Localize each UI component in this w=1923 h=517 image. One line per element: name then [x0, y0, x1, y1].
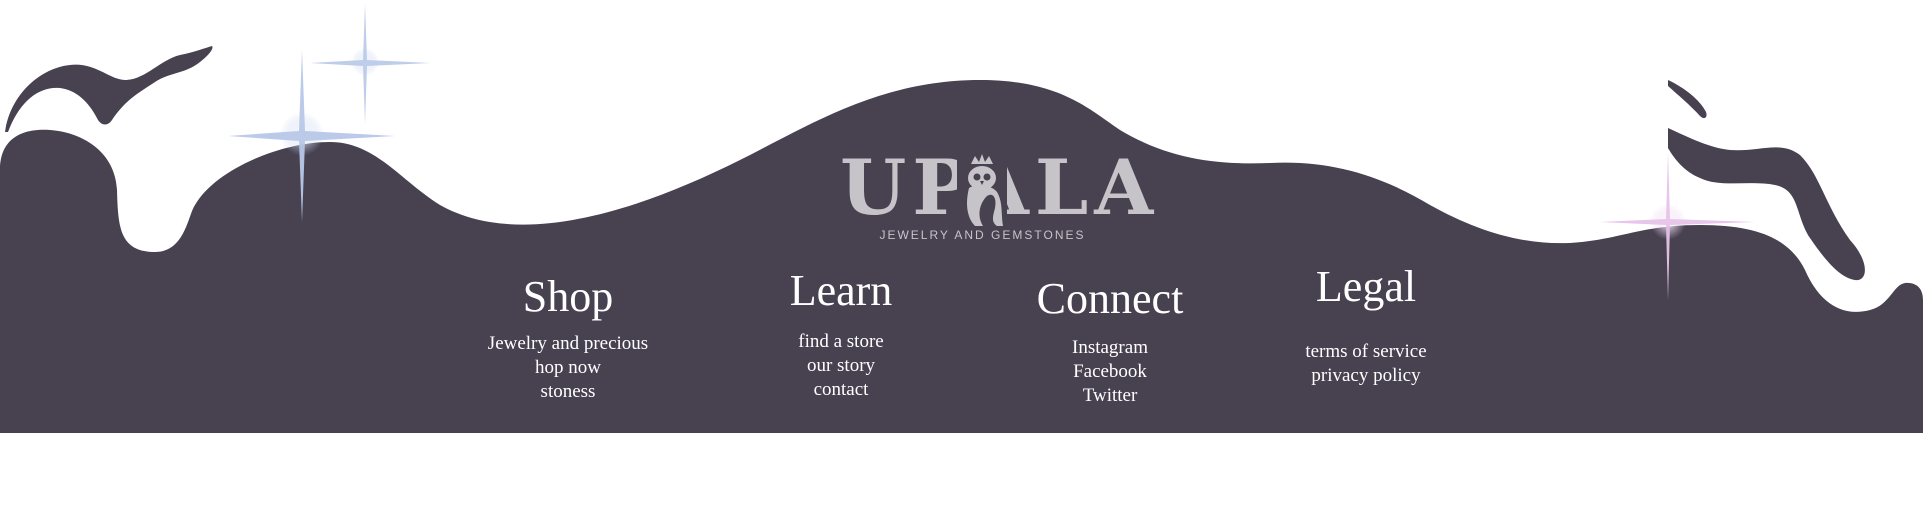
column-title-learn: Learn [789, 266, 893, 315]
column-title-shop: Shop [522, 272, 614, 321]
footer-link-our-story[interactable]: our story [721, 354, 961, 378]
footer-column-legal: Legal terms of service privacy policy [1246, 262, 1486, 388]
right-swoosh-small [1668, 80, 1707, 119]
footer-link-privacy[interactable]: privacy policy [1246, 364, 1486, 388]
footer-link-instagram[interactable]: Instagram [990, 336, 1230, 360]
sparkle-icon [310, 4, 430, 124]
column-title-connect: Connect [1036, 274, 1184, 323]
footer-link[interactable]: stoness [448, 380, 688, 404]
footer-column-learn: Learn find a store our story contact [721, 266, 961, 402]
footer-link[interactable]: Jewelry and precious [448, 332, 688, 356]
brand-tagline: JEWELRY AND GEMSTONES [879, 228, 1086, 242]
column-title-legal: Legal [1315, 262, 1417, 311]
footer-wave-background [0, 4, 1923, 433]
owl-icon [957, 154, 1007, 226]
footer-link[interactable]: hop now [448, 356, 688, 380]
footer-link-find-store[interactable]: find a store [721, 330, 961, 354]
left-swoosh [5, 46, 213, 132]
footer-link-facebook[interactable]: Facebook [990, 360, 1230, 384]
footer-link-terms[interactable]: terms of service [1246, 340, 1486, 364]
footer-link-twitter[interactable]: Twitter [990, 384, 1230, 408]
brand-logo[interactable]: UPALA JEWELRY AND GEMSTONES [840, 148, 1153, 243]
footer-column-shop: Shop Jewelry and precious hop now stones… [448, 272, 688, 404]
footer-column-connect: Connect Instagram Facebook Twitter [990, 274, 1230, 408]
footer-link-contact[interactable]: contact [721, 378, 961, 402]
